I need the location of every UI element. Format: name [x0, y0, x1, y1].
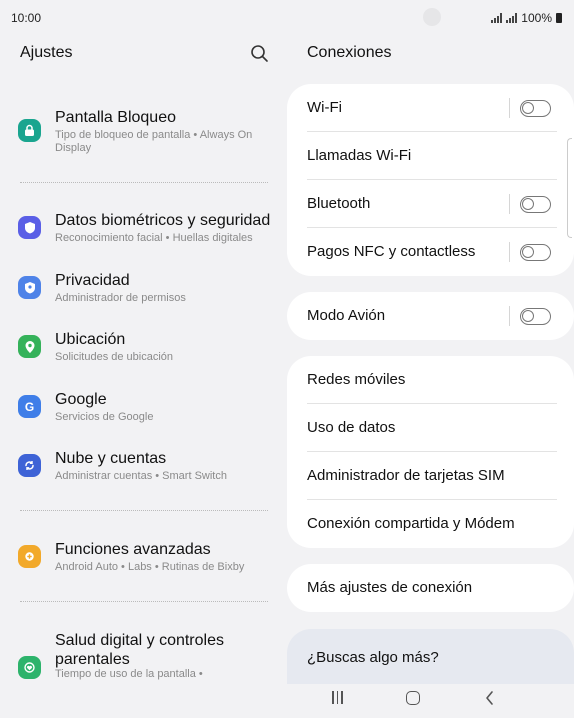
- camera-cutout: [423, 8, 441, 26]
- lock-icon: [18, 119, 41, 142]
- sidebar-item-cloud-accounts[interactable]: Nube y cuentas Administrar cuentas • Sma…: [0, 440, 287, 490]
- home-icon[interactable]: [406, 691, 420, 705]
- nfc-toggle[interactable]: [520, 244, 551, 261]
- row-data-usage[interactable]: Uso de datos: [287, 404, 574, 452]
- row-label: Llamadas Wi-Fi: [307, 147, 412, 164]
- item-subtitle: Administrar cuentas • Smart Switch: [55, 470, 227, 482]
- battery-percent: 100%: [521, 11, 552, 25]
- row-more-connection-settings[interactable]: Más ajustes de conexión: [287, 564, 574, 612]
- row-label: Pagos NFC y contactless: [307, 243, 476, 260]
- item-subtitle: Administrador de permisos: [55, 292, 186, 304]
- divider: [20, 182, 268, 183]
- connections-card-3: Redes móviles Uso de datos Administrador…: [287, 356, 574, 548]
- row-sim-manager[interactable]: Administrador de tarjetas SIM: [287, 452, 574, 500]
- shield-icon: [18, 216, 41, 239]
- item-title: Nube y cuentas: [55, 450, 167, 467]
- item-subtitle: Android Auto • Labs • Rutinas de Bixby: [55, 561, 245, 573]
- divider: [20, 510, 268, 511]
- google-icon: G: [18, 395, 41, 418]
- connections-card-4: Más ajustes de conexión: [287, 564, 574, 612]
- row-separator: [509, 194, 510, 214]
- row-label: Conexión compartida y Módem: [307, 515, 515, 532]
- connections-card-2: Modo Avión: [287, 292, 574, 340]
- item-subtitle: Solicitudes de ubicación: [55, 351, 174, 363]
- sync-icon: [18, 454, 41, 477]
- search-more-card[interactable]: ¿Buscas algo más?: [287, 629, 574, 689]
- signal-icon: [506, 13, 518, 23]
- row-label: Uso de datos: [307, 419, 396, 436]
- item-subtitle: Tiempo de uso de la pantalla •: [55, 668, 203, 680]
- sidebar-item-advanced-features[interactable]: Funciones avanzadas Android Auto • Labs …: [0, 531, 287, 581]
- bluetooth-toggle[interactable]: [520, 196, 551, 213]
- row-wifi[interactable]: Wi-Fi: [287, 84, 574, 132]
- row-wifi-calling[interactable]: Llamadas Wi-Fi: [287, 132, 574, 180]
- item-title: Ubicación: [55, 331, 126, 348]
- item-title: Datos biométricos y seguridad: [55, 212, 271, 229]
- status-time: 10:00: [11, 11, 42, 25]
- row-airplane-mode[interactable]: Modo Avión: [287, 292, 574, 340]
- signal-icon: [491, 13, 503, 23]
- item-title: Privacidad: [55, 272, 130, 289]
- item-subtitle: Reconocimiento facial • Huellas digitale…: [55, 232, 253, 244]
- sidebar-item-location[interactable]: Ubicación Solicitudes de ubicación: [0, 321, 287, 371]
- sidebar-item-biometrics[interactable]: Datos biométricos y seguridad Reconocimi…: [0, 202, 287, 252]
- row-tethering[interactable]: Conexión compartida y Módem: [287, 500, 574, 548]
- sidebar-item-lock-screen[interactable]: Pantalla Bloqueo Tipo de bloqueo de pant…: [0, 100, 287, 170]
- sidebar-item-digital-wellbeing[interactable]: Salud digital y controles parentales Tie…: [0, 622, 287, 684]
- scrollbar[interactable]: [567, 138, 572, 238]
- row-separator: [509, 98, 510, 118]
- privacy-icon: [18, 276, 41, 299]
- wifi-toggle[interactable]: [520, 100, 551, 117]
- item-subtitle: Tipo de bloqueo de pantalla • Always On …: [55, 129, 253, 154]
- connections-card-1: Wi-Fi Llamadas Wi-Fi Bluetooth Pagos NFC…: [287, 84, 574, 276]
- row-mobile-networks[interactable]: Redes móviles: [287, 356, 574, 404]
- row-separator: [509, 242, 510, 262]
- airplane-mode-toggle[interactable]: [520, 308, 551, 325]
- heart-icon: [18, 656, 41, 679]
- connections-title: Conexiones: [307, 44, 392, 61]
- location-icon: [18, 335, 41, 358]
- row-label: Wi-Fi: [307, 99, 342, 116]
- row-bluetooth[interactable]: Bluetooth: [287, 180, 574, 228]
- status-bar: 10:00 100%: [0, 0, 574, 34]
- search-more-label: ¿Buscas algo más?: [307, 649, 439, 666]
- search-icon[interactable]: [250, 44, 270, 64]
- row-separator: [509, 306, 510, 326]
- row-label: Más ajustes de conexión: [307, 579, 473, 596]
- page-title: Ajustes: [20, 44, 73, 61]
- item-title: Google: [55, 391, 107, 408]
- status-right: 100%: [491, 11, 562, 25]
- item-title: Funciones avanzadas: [55, 541, 211, 558]
- item-subtitle: Servicios de Google: [55, 411, 154, 423]
- divider: [20, 601, 268, 602]
- sidebar-item-google[interactable]: G Google Servicios de Google: [0, 381, 287, 431]
- settings-list-pane: Ajustes Pantalla Bloqueo Tipo de bloqueo…: [0, 34, 287, 684]
- row-label: Modo Avión: [307, 307, 386, 324]
- recent-apps-icon[interactable]: [332, 691, 343, 704]
- gear-plus-icon: [18, 545, 41, 568]
- row-nfc[interactable]: Pagos NFC y contactless: [287, 228, 574, 276]
- item-title: Salud digital y controles parentales: [55, 632, 224, 668]
- svg-text:G: G: [25, 400, 34, 413]
- battery-icon: [556, 13, 562, 23]
- back-icon[interactable]: [484, 690, 494, 706]
- item-title: Pantalla Bloqueo: [55, 109, 176, 126]
- navigation-bar: [0, 684, 574, 718]
- connections-pane: Conexiones Wi-Fi Llamadas Wi-Fi Bluetoot…: [287, 34, 574, 689]
- sidebar-item-privacy[interactable]: Privacidad Administrador de permisos: [0, 262, 287, 312]
- row-label: Redes móviles: [307, 371, 406, 388]
- row-label: Administrador de tarjetas SIM: [307, 467, 505, 484]
- row-label: Bluetooth: [307, 195, 371, 212]
